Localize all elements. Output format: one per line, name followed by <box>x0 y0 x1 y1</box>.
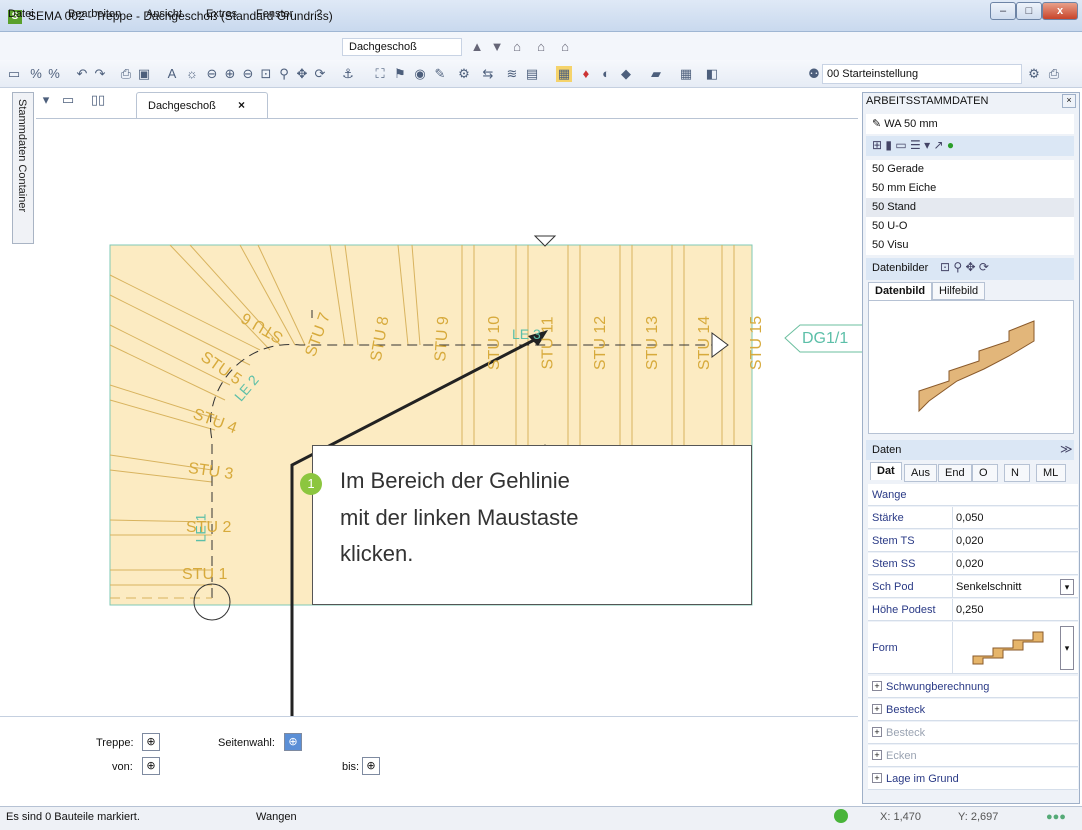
prop-key: Stärke <box>872 512 904 524</box>
prop-row[interactable]: Stärke 0,050 <box>868 507 1078 529</box>
step-label: STU 11 <box>539 316 557 370</box>
tab-hilfebild[interactable]: Hilfebild <box>932 282 986 300</box>
step-label: STU 10 <box>486 315 504 371</box>
callout-line: Im Bereich der Gehlinie <box>340 468 570 493</box>
prop-value[interactable]: 0,020 <box>956 535 984 547</box>
tab-ml[interactable]: ML <box>1036 464 1066 482</box>
seitenwahl-label: Seitenwahl: <box>218 737 275 749</box>
group-lage-im-grund[interactable]: + Lage im Grund <box>868 768 1078 790</box>
seitenwahl-pick-button[interactable]: ⊕ <box>284 733 302 751</box>
tab-datenbild[interactable]: Datenbild <box>868 282 933 300</box>
panel-title: ARBEITSSTAMMDATEN <box>866 95 989 107</box>
von-label: von: <box>112 761 133 773</box>
list-item[interactable]: 50 Visu <box>866 236 1074 255</box>
treppe-label: Treppe: <box>96 737 134 749</box>
tab-n[interactable]: N <box>1004 464 1030 482</box>
prop-key: Sch Pod <box>872 581 914 593</box>
status-mode: Wangen <box>256 811 297 823</box>
bis-label: bis: <box>342 761 360 773</box>
material-value: WA 50 mm <box>884 118 938 130</box>
prop-value[interactable]: 0,020 <box>956 558 984 570</box>
group-ecken: + Ecken <box>868 745 1078 767</box>
prop-row[interactable]: Stem SS 0,020 <box>868 553 1078 575</box>
prop-value[interactable]: Senkelschnitt <box>956 581 1021 593</box>
group-schwungberechnung[interactable]: + Schwungberechnung <box>868 676 1078 698</box>
prop-row[interactable]: Höhe Podest 0,250 <box>868 599 1078 621</box>
prop-value[interactable]: 0,250 <box>956 604 984 616</box>
step-label: STU 14 <box>696 315 714 371</box>
material-field[interactable]: ✎ WA 50 mm <box>866 114 1074 134</box>
step-label: STU 13 <box>644 315 662 371</box>
prop-value[interactable]: 0,050 <box>956 512 984 524</box>
section-title: Wange <box>872 489 907 501</box>
pencil-icon: ✎ <box>872 118 885 130</box>
status-x: X: 1,470 <box>880 811 921 823</box>
walk-line-label: LE 1 <box>192 513 209 543</box>
callout-number: 1 <box>300 473 322 495</box>
tab-o[interactable]: O <box>972 464 998 482</box>
list-item[interactable]: 50 Stand <box>866 198 1074 217</box>
status-ok-icon <box>834 809 848 823</box>
component-image <box>868 300 1074 434</box>
images-title: Datenbilder <box>872 262 929 274</box>
step-label: STU 1 <box>182 566 228 583</box>
step-label: STU 15 <box>748 315 766 371</box>
prop-key: Form <box>872 642 898 654</box>
prop-row[interactable]: Stem TS 0,020 <box>868 530 1078 552</box>
status-y: Y: 2,697 <box>958 811 999 823</box>
status-indicator-icon: ●●● <box>1046 811 1066 823</box>
panel-close-icon[interactable]: × <box>1062 94 1076 108</box>
exit-label: DG1/1 <box>802 330 849 347</box>
image-tools-icon[interactable]: ⊡ ⚲ ✥ ⟳ <box>940 260 989 274</box>
status-message: Es sind 0 Bauteile markiert. <box>6 811 140 823</box>
stringer-shape-icon <box>972 631 1044 665</box>
group-label: Ecken <box>886 750 917 762</box>
treppe-pick-button[interactable]: ⊕ <box>142 733 160 751</box>
tab-aus[interactable]: Aus <box>904 464 937 482</box>
step-label: STU 9 <box>432 315 453 363</box>
prop-key: Stem TS <box>872 535 915 547</box>
list-item[interactable]: 50 U-O <box>866 217 1074 236</box>
input-area <box>0 716 858 798</box>
group-besteck-disabled: + Besteck <box>868 722 1078 744</box>
step-label: STU 12 <box>592 315 610 371</box>
group-label: Besteck <box>886 704 926 716</box>
group-label: Besteck <box>886 727 926 739</box>
prop-key: Stem SS <box>872 558 916 570</box>
prop-row[interactable]: Sch Pod Senkelschnitt ▾ <box>868 576 1078 598</box>
list-item[interactable]: 50 Gerade <box>866 160 1074 179</box>
group-besteck[interactable]: + Besteck <box>868 699 1078 721</box>
dropdown-icon[interactable]: ▾ <box>1060 626 1074 670</box>
data-title: Daten <box>872 444 902 456</box>
panel-toolbar: ⊞ ▮ ▭ ☰ ▾ ↗ ● <box>866 136 1074 156</box>
callout-line: mit der linken Maustaste <box>340 505 579 530</box>
walk-line-label: LE 3 <box>512 326 541 342</box>
group-label: Lage im Grund <box>886 773 959 785</box>
bis-pick-button[interactable]: ⊕ <box>362 757 380 775</box>
von-pick-button[interactable]: ⊕ <box>142 757 160 775</box>
section-row: Wange <box>868 484 1078 506</box>
prop-key: Höhe Podest <box>872 604 936 616</box>
group-label: Schwungberechnung <box>886 681 990 693</box>
form-row[interactable]: Form ▾ <box>868 622 1078 674</box>
tab-dat[interactable]: Dat <box>870 462 902 480</box>
collapse-icon[interactable]: ≫ <box>1060 442 1073 456</box>
callout-line: klicken. <box>340 541 414 566</box>
tab-end[interactable]: End <box>938 464 972 482</box>
list-item[interactable]: 50 mm Eiche <box>866 179 1074 198</box>
dropdown-icon[interactable]: ▾ <box>1060 579 1074 595</box>
